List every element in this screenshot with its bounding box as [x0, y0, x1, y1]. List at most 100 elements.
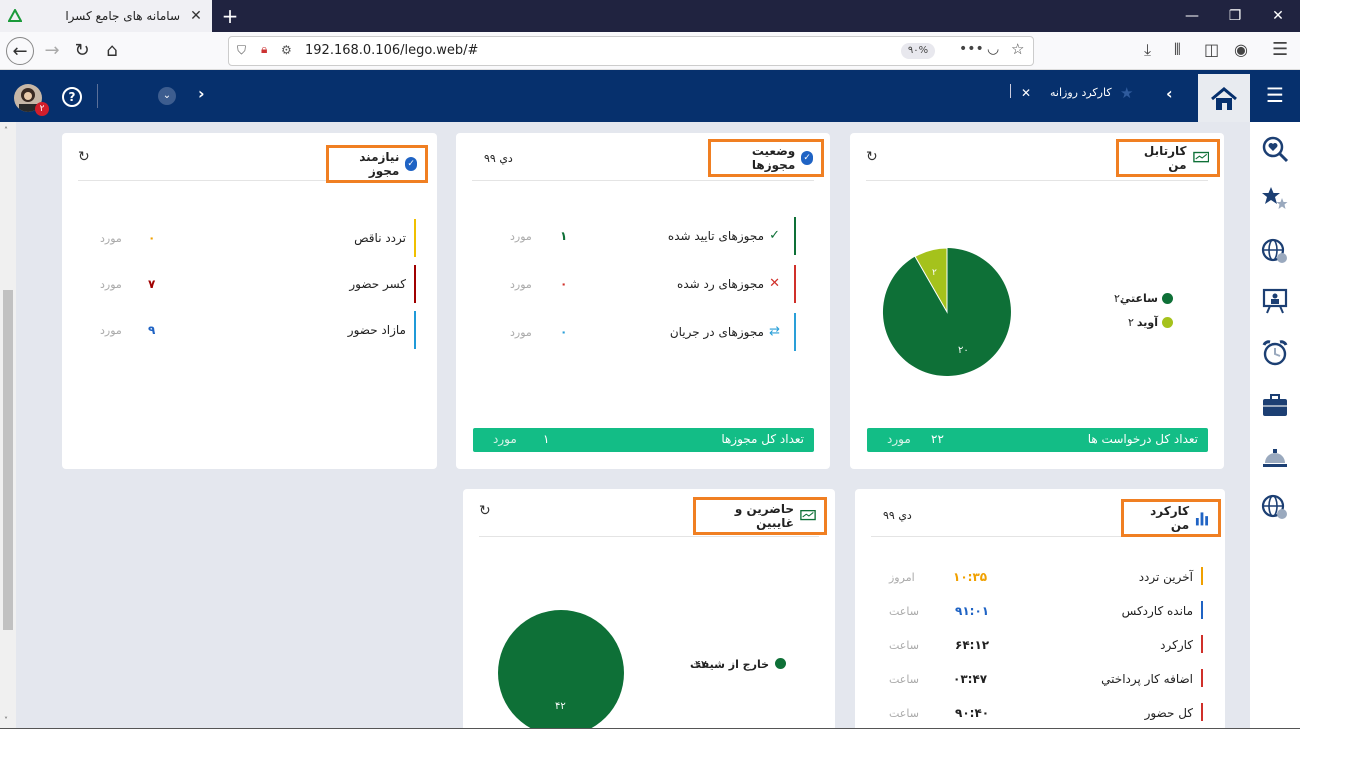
downloads-icon[interactable]: ⤓: [1144, 40, 1151, 60]
row-label: کل حضور: [1144, 706, 1193, 720]
row-label: کسر حضور: [349, 277, 406, 291]
list-item[interactable]: کسر حضور ۷ مورد: [98, 265, 416, 303]
kartabl-title: کارتابل من: [1143, 144, 1187, 172]
maximize-button[interactable]: ❐: [1225, 6, 1245, 26]
pie-label-small: ۲: [932, 268, 937, 278]
legend-dot: [775, 658, 786, 669]
footer-unit: مورد: [493, 432, 517, 446]
pocket-icon[interactable]: ◡: [987, 41, 999, 57]
mojavez-status-title-box: وضعیت مجوزها ✓: [708, 139, 824, 177]
address-bar[interactable]: ⛉ 🔒︎ ⚙ 192.168.0.106/lego.web/# ۹۰% ••• …: [228, 36, 1034, 66]
help-icon[interactable]: ?: [62, 87, 82, 107]
service-bell-icon[interactable]: [1260, 442, 1290, 472]
app-tab-title[interactable]: کارکرد روزانه: [1050, 86, 1112, 99]
row-unit: امروز: [889, 571, 915, 584]
search-heart-icon[interactable]: [1260, 134, 1290, 164]
kartabl-footer[interactable]: تعداد کل درخواست ها ۲۲ مورد: [867, 428, 1208, 452]
menu-icon[interactable]: ☰: [1272, 39, 1288, 60]
close-tab-icon[interactable]: ✕: [188, 8, 204, 24]
forward-button[interactable]: →: [38, 37, 66, 65]
bookmark-star-icon[interactable]: ☆: [1011, 40, 1024, 58]
refresh-icon[interactable]: ↻: [866, 149, 878, 165]
row-bar: [794, 217, 796, 255]
row-unit: ساعت: [889, 673, 919, 686]
home-button[interactable]: ⌂: [98, 37, 126, 65]
chevron-right-icon[interactable]: ›: [198, 84, 205, 103]
list-item[interactable]: اضافه کار پرداختي ۰۳:۴۷ ساعت: [879, 669, 1203, 691]
legend-value: ۴۲: [695, 658, 707, 671]
page-actions-icon[interactable]: •••: [959, 41, 984, 57]
home-tab-button[interactable]: [1198, 74, 1250, 122]
row-label: تردد ناقص: [354, 231, 406, 245]
row-bar: [1201, 703, 1203, 721]
new-tab-button[interactable]: +: [220, 6, 240, 26]
presentation-icon[interactable]: [1260, 286, 1290, 316]
chevron-down-icon[interactable]: ⌄: [158, 87, 176, 105]
row-value: ۰: [560, 277, 568, 291]
url-text[interactable]: 192.168.0.106/lego.web/#: [305, 43, 478, 58]
globe-settings-icon[interactable]: [1260, 236, 1290, 266]
footer-value: ۲۲: [931, 432, 944, 446]
row-label: مجوزهای تایید شده: [667, 229, 764, 243]
footer-label: تعداد کل مجوزها: [721, 432, 804, 446]
scroll-down-icon[interactable]: ˅: [4, 716, 8, 725]
list-item[interactable]: کارکرد ۶۴:۱۲ ساعت: [879, 635, 1203, 657]
row-value: ۹۰:۴۰: [955, 706, 990, 720]
library-icon[interactable]: ⫴: [1174, 40, 1181, 60]
pie-label: ۴۲: [555, 701, 566, 712]
row-value: ۰: [560, 325, 568, 339]
karkard-title-box: کارکرد من: [1121, 499, 1221, 537]
app-menu-icon[interactable]: ☰: [1262, 82, 1288, 108]
legend-dot: [1162, 317, 1173, 328]
close-app-tab-icon[interactable]: ✕: [1021, 86, 1031, 100]
scrollbar-thumb[interactable]: [3, 290, 13, 630]
mojavez-status-footer[interactable]: تعداد کل مجوزها ۱ مورد: [473, 428, 814, 452]
chevron-left-icon[interactable]: ‹: [1166, 84, 1173, 103]
list-item[interactable]: مازاد حضور ۹ مورد: [98, 311, 416, 349]
permissions-icon[interactable]: ⚙: [281, 43, 292, 57]
alarm-clock-icon[interactable]: [1260, 338, 1290, 368]
window-close-button[interactable]: ✕: [1268, 6, 1288, 26]
row-bar: [1201, 669, 1203, 687]
header-divider: [97, 84, 98, 108]
legend-dot: [1162, 293, 1173, 304]
mojavez-status-card: وضعیت مجوزها ✓ دي ۹۹ ✓ مجوزهای تایید شده…: [456, 133, 830, 469]
briefcase-icon[interactable]: [1260, 390, 1290, 420]
row-value: ۹۱:۰۱: [955, 604, 990, 618]
shield-icon[interactable]: ⛉: [237, 43, 246, 58]
minimize-button[interactable]: —: [1182, 6, 1202, 26]
zoom-level[interactable]: ۹۰%: [901, 43, 935, 59]
refresh-icon[interactable]: ↻: [479, 503, 491, 519]
list-item[interactable]: ✕ مجوزهای رد شده ۰ مورد: [496, 265, 796, 303]
insecure-lock-icon[interactable]: 🔒︎: [261, 42, 267, 57]
karkard-title: کارکرد من: [1150, 504, 1190, 532]
list-item[interactable]: کل حضور ۹۰:۴۰ ساعت: [879, 703, 1203, 725]
back-button[interactable]: ←: [6, 37, 34, 65]
scroll-up-icon[interactable]: ˄: [4, 126, 8, 135]
niazmand-title: نیازمند مجوز: [359, 150, 400, 178]
row-bar: [1201, 601, 1203, 619]
verified-badge-icon: ✓: [801, 151, 813, 165]
list-item[interactable]: ✓ مجوزهای تایید شده ۱ مورد: [496, 217, 796, 255]
notification-badge[interactable]: ۲: [35, 102, 49, 116]
exchange-icon: ⇄: [769, 324, 780, 339]
favorites-icon[interactable]: [1260, 184, 1290, 214]
row-value: ۰: [148, 231, 156, 245]
browser-tab[interactable]: سامانه های جامع کسرا ✕: [0, 0, 212, 32]
refresh-icon[interactable]: ↻: [78, 149, 90, 165]
list-item[interactable]: ⇄ مجوزهای در جریان ۰ مورد: [496, 313, 796, 351]
sidebar-toggle-icon[interactable]: ◫: [1204, 40, 1219, 59]
reload-button[interactable]: ↻: [68, 37, 96, 65]
favorite-star-icon[interactable]: ★: [1120, 84, 1133, 102]
monitor-chart-icon: [1192, 151, 1209, 163]
legend-value: ۲۰: [1114, 292, 1126, 305]
row-value: ۹: [148, 323, 156, 337]
list-item[interactable]: مانده کاردکس ۹۱:۰۱ ساعت: [879, 601, 1203, 623]
row-label: کارکرد: [1160, 638, 1193, 652]
globe-icon[interactable]: [1260, 492, 1290, 522]
mojavez-status-title: وضعیت مجوزها: [751, 144, 796, 172]
list-item[interactable]: آخرين تردد ۱۰:۳۵ امروز: [879, 567, 1203, 589]
list-item[interactable]: تردد ناقص ۰ مورد: [98, 219, 416, 257]
row-bar: [414, 311, 416, 349]
account-icon[interactable]: ◉: [1234, 40, 1248, 59]
